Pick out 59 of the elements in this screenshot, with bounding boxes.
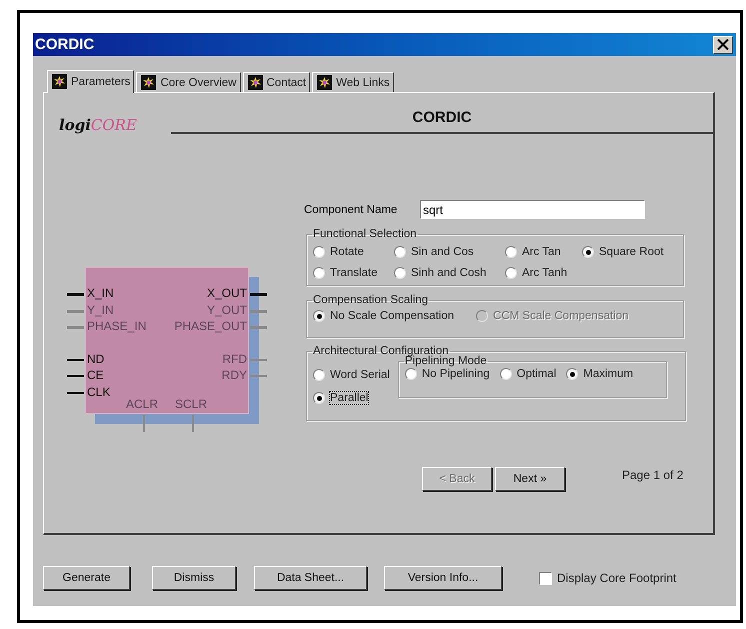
pin-line	[67, 392, 84, 394]
pin-label: CLK	[87, 384, 110, 398]
radio-button[interactable]: Optimal	[500, 368, 556, 380]
tab[interactable]: Web Links	[312, 72, 394, 92]
group-title: Functional Selection	[312, 228, 418, 240]
radio-button[interactable]: No Pipelining	[404, 368, 490, 380]
pin-label: PHASE_IN	[87, 319, 146, 333]
burst-icon	[141, 75, 156, 90]
tab[interactable]: Parameters	[47, 70, 134, 93]
burst-icon	[52, 74, 67, 89]
radio-button[interactable]: No Scale Compensation	[313, 310, 454, 322]
pin-line	[250, 358, 267, 360]
pin-line	[250, 375, 267, 377]
pin-label: CE	[87, 368, 104, 382]
pin-label: SCLR	[175, 397, 208, 411]
burst-icon	[248, 75, 262, 90]
page-indicator: Page 1 of 2	[622, 468, 684, 482]
pin-label: ACLR	[126, 397, 158, 411]
radio-button[interactable]: Rotate	[313, 246, 394, 258]
tab[interactable]: Contact	[242, 72, 310, 92]
pin-label: PHASE_OUT	[174, 319, 247, 333]
input-field[interactable]: sqrt	[420, 200, 645, 219]
close-button[interactable]	[713, 36, 733, 54]
window-title: CORDIC	[35, 36, 94, 53]
close-icon	[717, 39, 729, 50]
checkbox[interactable]: Display Core Footprint	[539, 571, 676, 585]
pin-line	[192, 415, 194, 432]
burst-icon	[317, 75, 332, 90]
dialog-button[interactable]: Version Info...	[384, 566, 502, 590]
pin-label: ND	[87, 352, 104, 366]
tab[interactable]: Core Overview	[136, 72, 240, 92]
radio-button[interactable]: Word Serial	[313, 369, 390, 381]
dialog-button[interactable]: Dismiss	[152, 566, 236, 590]
dialog-button[interactable]: Data Sheet...	[254, 566, 367, 590]
pin-line	[67, 358, 84, 360]
group-title: Pipelining Mode	[404, 355, 488, 367]
radio-button[interactable]: Translate	[313, 267, 394, 279]
field-label: Component Name	[304, 204, 398, 216]
pin-label: RDY	[222, 368, 247, 382]
radio-button[interactable]: Arc Tanh	[505, 267, 582, 279]
radio-button[interactable]: Square Root	[582, 246, 677, 258]
pin-line	[143, 415, 145, 432]
radio-button[interactable]: Sin and Cos	[394, 246, 505, 258]
radio-button[interactable]: Parallel	[313, 392, 390, 404]
radio-button[interactable]: Sinh and Cosh	[394, 267, 505, 279]
pin-label: RFD	[222, 352, 247, 366]
pin-label: Y_OUT	[206, 302, 247, 316]
pin-label: X_IN	[87, 286, 114, 300]
dialog-button[interactable]: Generate	[43, 566, 130, 590]
pin-line	[67, 375, 84, 377]
logo: logiCORE	[59, 116, 138, 134]
group-title: Compensation Scaling	[312, 294, 430, 306]
radio-button[interactable]: Maximum	[566, 368, 634, 380]
pin-label: Y_IN	[87, 302, 114, 316]
pin-label: X_OUT	[206, 286, 247, 300]
radio-button[interactable]: Arc Tan	[505, 246, 582, 258]
group-title: Architectural Configuration	[312, 345, 449, 357]
next-button[interactable]: Next »	[495, 467, 565, 491]
core-title: CORDIC	[412, 109, 472, 126]
